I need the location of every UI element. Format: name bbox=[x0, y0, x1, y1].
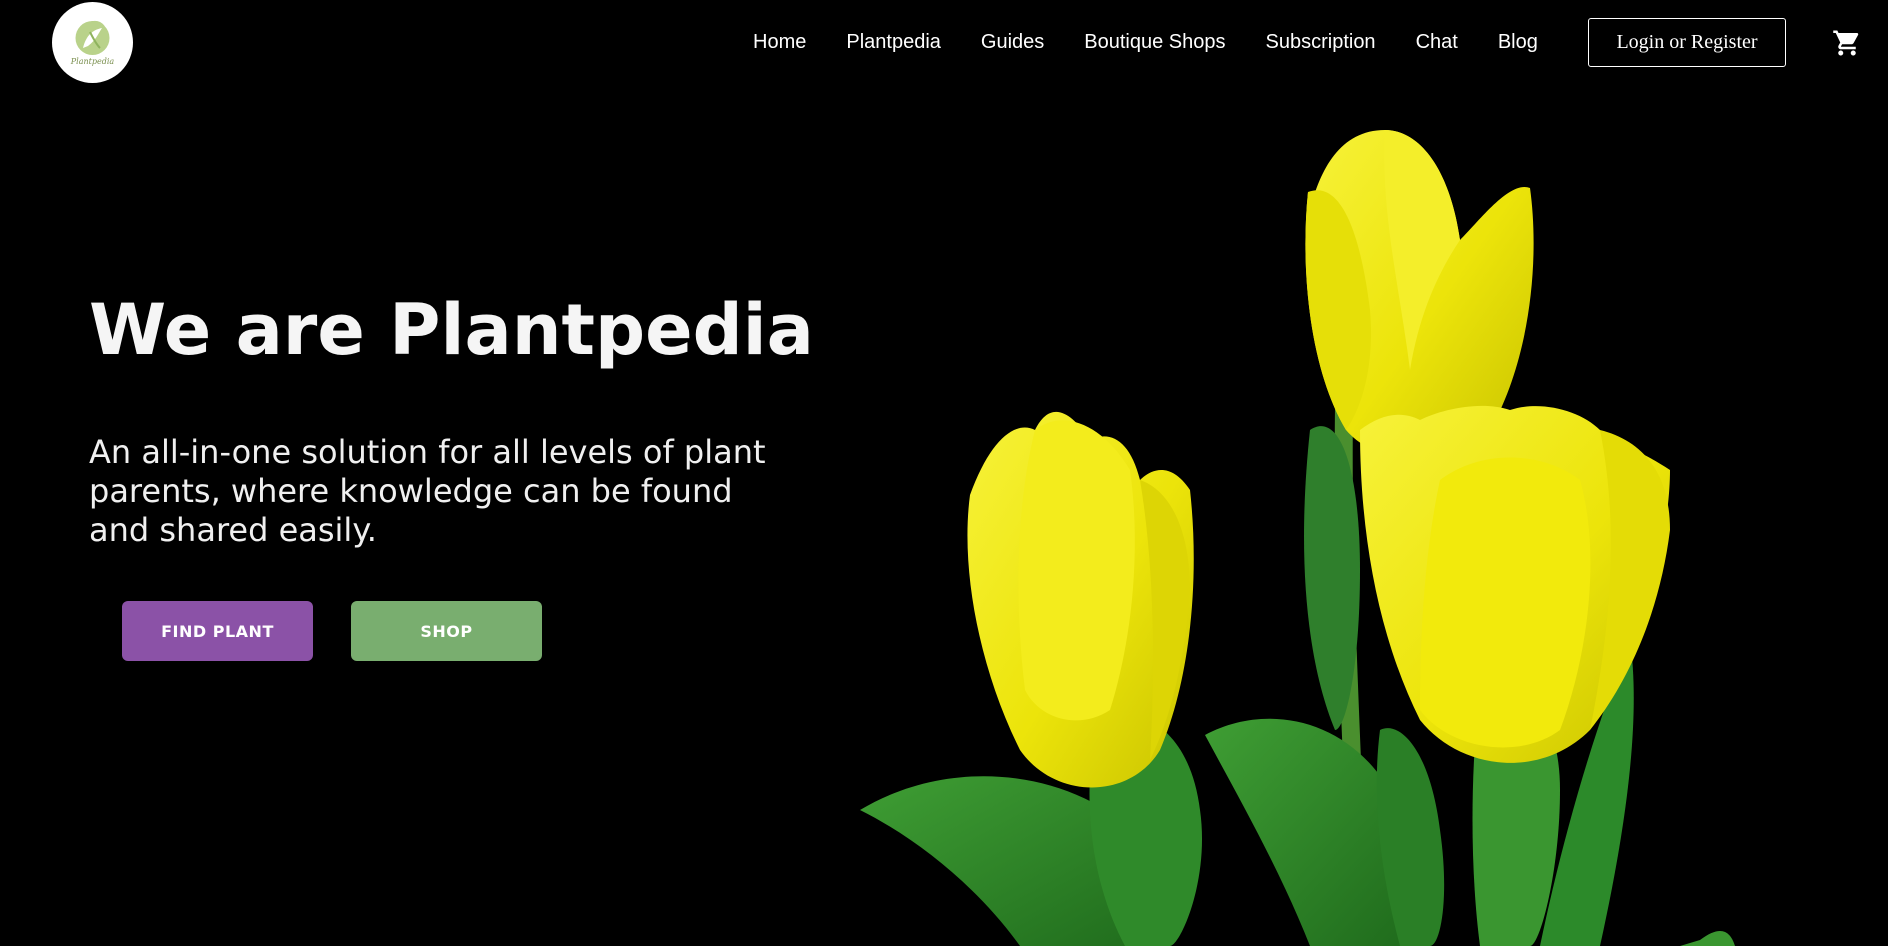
nav-guides[interactable]: Guides bbox=[981, 31, 1044, 54]
top-navigation: Plantpedia Home Plantpedia Guides Boutiq… bbox=[0, 0, 1888, 84]
main-nav: Home Plantpedia Guides Boutique Shops Su… bbox=[753, 0, 1538, 84]
nav-blog[interactable]: Blog bbox=[1498, 31, 1538, 54]
nav-subscription[interactable]: Subscription bbox=[1266, 31, 1376, 54]
nav-chat[interactable]: Chat bbox=[1416, 31, 1458, 54]
nav-home[interactable]: Home bbox=[753, 31, 806, 54]
login-register-button[interactable]: Login or Register bbox=[1588, 18, 1786, 67]
logo[interactable]: Plantpedia bbox=[52, 2, 133, 83]
yellow-tulips-image bbox=[840, 110, 1888, 946]
svg-text:Plantpedia: Plantpedia bbox=[70, 57, 115, 66]
plantpedia-logo-icon: Plantpedia bbox=[52, 2, 133, 83]
shopping-cart-icon[interactable] bbox=[1832, 28, 1862, 58]
find-plant-button[interactable]: FIND PLANT bbox=[122, 601, 313, 661]
hero-subtitle: An all-in-one solution for all levels of… bbox=[89, 433, 766, 549]
nav-boutique-shops[interactable]: Boutique Shops bbox=[1084, 31, 1225, 54]
hero-title: We are Plantpedia bbox=[89, 289, 814, 371]
nav-plantpedia[interactable]: Plantpedia bbox=[846, 31, 941, 54]
shop-button[interactable]: SHOP bbox=[351, 601, 542, 661]
